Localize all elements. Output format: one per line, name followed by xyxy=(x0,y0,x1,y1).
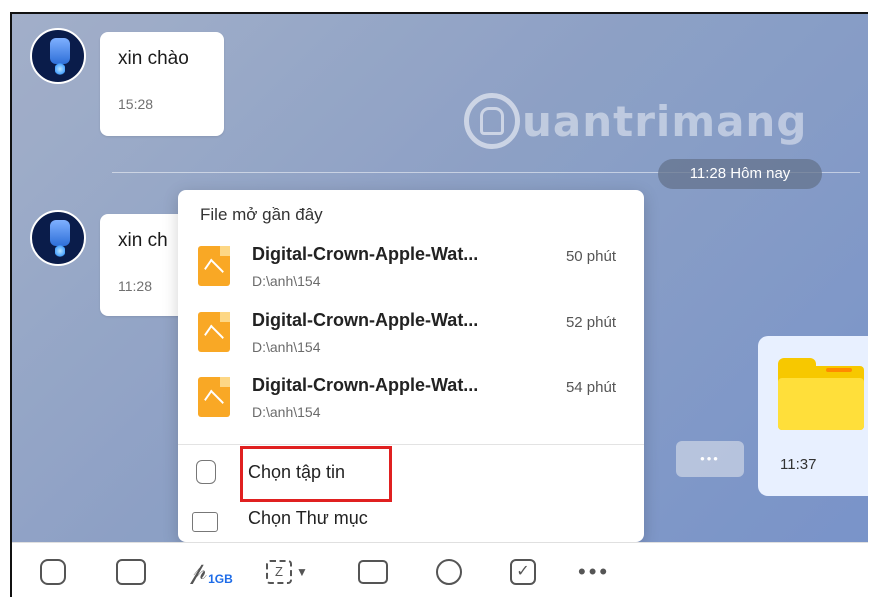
chat-area: uantrimang xin chào 15:28 11:28 Hôm nay … xyxy=(12,14,868,542)
message-time: 11:28 xyxy=(118,278,152,294)
file-path: D:\anh\154 xyxy=(252,273,321,289)
file-name: Digital-Crown-Apple-Wat... xyxy=(252,310,479,330)
composer-toolbar: 𝓅 1GB Z ▼ ✓ ••• xyxy=(12,542,868,597)
reminder-button[interactable] xyxy=(436,555,462,589)
contact-card-icon xyxy=(358,560,388,584)
screenshot-icon: Z xyxy=(266,560,292,584)
menu-divider xyxy=(178,444,644,445)
image-file-icon xyxy=(198,312,230,352)
sticker-button[interactable] xyxy=(40,555,66,589)
choose-folder-label: Chọn Thư mục xyxy=(248,508,368,528)
app-window: uantrimang xin chào 15:28 11:28 Hôm nay … xyxy=(10,12,868,597)
image-button[interactable] xyxy=(116,555,146,589)
more-icon: ••• xyxy=(578,559,611,584)
avatar[interactable] xyxy=(30,210,86,266)
message-options-button[interactable]: ••• xyxy=(676,441,744,477)
image-file-icon xyxy=(198,377,230,417)
message-time: 15:28 xyxy=(118,96,154,112)
message-text: xin chào xyxy=(118,48,189,69)
watermark: uantrimang xyxy=(464,86,807,156)
task-button[interactable]: ✓ xyxy=(510,555,536,589)
folder-icon xyxy=(778,358,864,430)
screenshot-button[interactable]: Z ▼ xyxy=(266,555,308,589)
day-divider-badge: 11:28 Hôm nay xyxy=(658,159,822,189)
recent-file-item[interactable]: Digital-Crown-Apple-Wat... D:\anh\154 52… xyxy=(198,306,628,368)
watermark-text: uantrimang xyxy=(522,96,808,146)
image-file-icon xyxy=(198,246,230,286)
paperclip-icon xyxy=(196,460,216,484)
recent-file-item[interactable]: Digital-Crown-Apple-Wat... D:\anh\154 54… xyxy=(198,371,628,433)
file-time: 54 phút xyxy=(565,379,616,396)
attach-button[interactable]: 𝓅 1GB xyxy=(190,555,233,589)
file-time: 50 phút xyxy=(565,248,616,265)
image-icon xyxy=(116,559,146,585)
folder-message[interactable]: 11:37 xyxy=(758,336,868,496)
file-time: 52 phút xyxy=(565,314,616,331)
paperclip-icon: 𝓅 xyxy=(190,558,208,585)
avatar[interactable] xyxy=(30,28,86,84)
choose-folder-option[interactable]: Chọn Thư mục xyxy=(192,498,492,538)
file-path: D:\anh\154 xyxy=(252,404,321,420)
message-time: 11:37 xyxy=(780,456,817,473)
task-icon: ✓ xyxy=(510,559,536,585)
file-name: Digital-Crown-Apple-Wat... xyxy=(252,375,479,395)
message-text: xin ch xyxy=(118,230,168,251)
sticker-icon xyxy=(40,559,66,585)
menu-title: File mở gần đây xyxy=(200,205,323,224)
message-bubble[interactable]: xin chào 15:28 xyxy=(100,32,224,136)
recent-file-item[interactable]: Digital-Crown-Apple-Wat... D:\anh\154 50… xyxy=(198,240,628,302)
file-name: Digital-Crown-Apple-Wat... xyxy=(252,244,479,264)
chevron-down-icon: ▼ xyxy=(296,565,308,579)
folder-outline-icon xyxy=(192,512,218,532)
more-button[interactable]: ••• xyxy=(578,555,610,589)
alarm-icon xyxy=(436,559,462,585)
watermark-logo-icon xyxy=(464,93,520,149)
attach-size-label: 1GB xyxy=(208,572,233,586)
contact-card-button[interactable] xyxy=(358,555,388,589)
highlight-box xyxy=(240,446,392,502)
file-path: D:\anh\154 xyxy=(252,339,321,355)
